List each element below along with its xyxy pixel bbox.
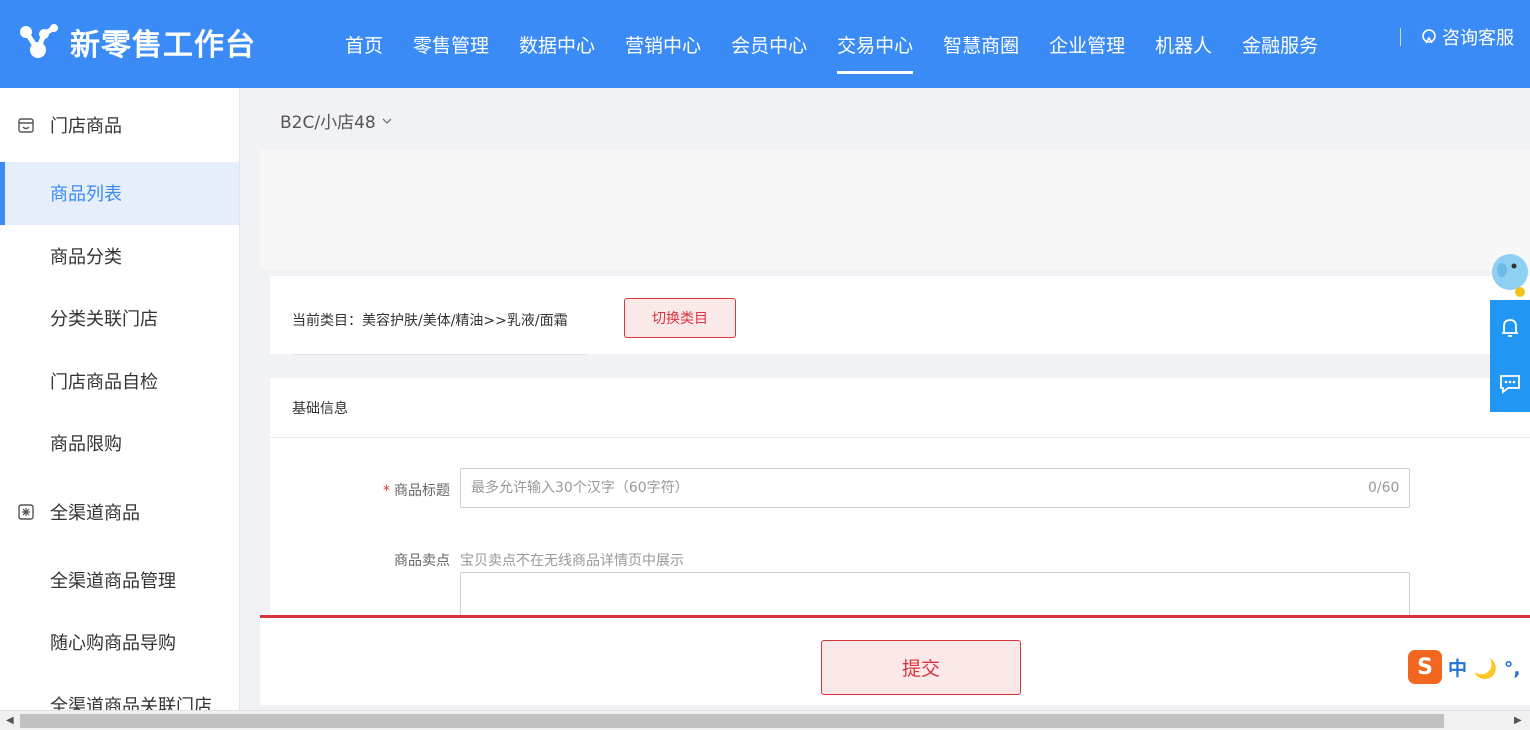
nav-enterprise[interactable]: 企业管理 (1034, 0, 1140, 88)
sidebar: 门店商品 商品列表 商品分类 分类关联门店 门店商品自检 商品限购 全渠道商品 … (0, 88, 240, 710)
sidebar-group-label: 全渠道商品 (50, 502, 140, 524)
sidebar-item-category-store-link[interactable]: 分类关联门店 (0, 287, 239, 350)
sogou-logo-icon: S (1408, 650, 1442, 684)
ime-status: 中 🌙 °, (1448, 657, 1521, 680)
sidebar-item-omni-store-link[interactable]: 全渠道商品关联门店 (0, 674, 239, 710)
nav-members[interactable]: 会员中心 (716, 0, 822, 88)
section-title: 基础信息 (270, 378, 1530, 438)
nav-divider (1400, 28, 1401, 46)
selling-point-hint: 宝贝卖点不在无线商品详情页中展示 (460, 553, 684, 569)
sidebar-group-store-products[interactable]: 门店商品 (0, 88, 239, 162)
logo[interactable]: 新零售工作台 (18, 22, 256, 63)
scroll-right-icon[interactable]: ▶ (1514, 715, 1522, 726)
logo-icon (20, 24, 58, 58)
ime-toolbar[interactable]: S 中 🌙 °, (1408, 648, 1530, 686)
submit-button[interactable]: 提交 (821, 640, 1021, 695)
headset-icon (1422, 29, 1436, 44)
notification-button[interactable] (1490, 300, 1530, 356)
scroll-left-icon[interactable]: ◀ (6, 715, 14, 726)
sidebar-item-self-check[interactable]: 门店商品自检 (0, 350, 239, 413)
basic-info-card: 基础信息 *商品标题 0/60 商品卖点 宝贝卖点不在无线商品详情页中展示 (270, 378, 1530, 632)
mascot-icon[interactable] (1490, 248, 1530, 300)
customer-service-label: 咨询客服 (1442, 28, 1514, 49)
store-icon (18, 118, 34, 133)
top-header: 新零售工作台 首页 零售管理 数据中心 营销中心 会员中心 交易中心 智慧商圈 … (0, 0, 1530, 88)
bell-icon (1502, 319, 1518, 337)
divider (292, 354, 587, 355)
top-banner-area (260, 150, 1530, 270)
category-card: 当前类目：美容护肤/美体/精油>>乳液/面霜 切换类目 (270, 276, 1530, 355)
store-name: B2C/小店48 (280, 113, 376, 133)
scrollbar-thumb[interactable] (20, 714, 1444, 728)
submit-bar: 提交 (260, 615, 1530, 705)
chevron-down-icon (382, 118, 392, 124)
switch-category-button[interactable]: 切换类目 (624, 298, 736, 338)
sidebar-item-purchase-limit[interactable]: 商品限购 (0, 412, 239, 475)
horizontal-scrollbar[interactable]: ◀ ▶ (0, 710, 1530, 730)
nav-smart-district[interactable]: 智慧商圈 (928, 0, 1034, 88)
sidebar-group-omni-channel[interactable]: 全渠道商品 (0, 475, 239, 549)
logo-text: 新零售工作台 (70, 28, 256, 63)
omni-channel-icon (18, 503, 34, 520)
sidebar-item-product-list[interactable]: 商品列表 (0, 162, 239, 225)
store-selector[interactable]: B2C/小店48 (280, 108, 392, 133)
main-nav: 首页 零售管理 数据中心 营销中心 会员中心 交易中心 智慧商圈 企业管理 机器… (330, 0, 1333, 88)
required-mark: * (383, 483, 390, 499)
sidebar-group-label: 门店商品 (50, 116, 122, 137)
message-button[interactable] (1490, 356, 1530, 412)
sidebar-item-omni-management[interactable]: 全渠道商品管理 (0, 549, 239, 612)
nav-retail[interactable]: 零售管理 (398, 0, 504, 88)
nav-data-center[interactable]: 数据中心 (504, 0, 610, 88)
customer-service-link[interactable]: 咨询客服 (1420, 0, 1514, 74)
product-title-input[interactable] (460, 468, 1410, 508)
sidebar-item-guide-shopping[interactable]: 随心购商品导购 (0, 611, 239, 674)
current-category: 当前类目：美容护肤/美体/精油>>乳液/面霜 (292, 313, 568, 329)
nav-robot[interactable]: 机器人 (1140, 0, 1227, 88)
floating-toolbar (1490, 300, 1530, 412)
nav-finance[interactable]: 金融服务 (1227, 0, 1333, 88)
nav-home[interactable]: 首页 (330, 0, 398, 88)
char-counter: 0/60 (1368, 480, 1400, 496)
chat-icon (1500, 375, 1520, 394)
nav-marketing[interactable]: 营销中心 (610, 0, 716, 88)
selling-point-label: 商品卖点 (394, 553, 450, 569)
product-title-label: * 商品标题 (340, 480, 450, 500)
nav-trade-center[interactable]: 交易中心 (822, 0, 928, 88)
sidebar-item-product-category[interactable]: 商品分类 (0, 225, 239, 288)
product-title-label-text: 商品标题 (394, 483, 450, 499)
